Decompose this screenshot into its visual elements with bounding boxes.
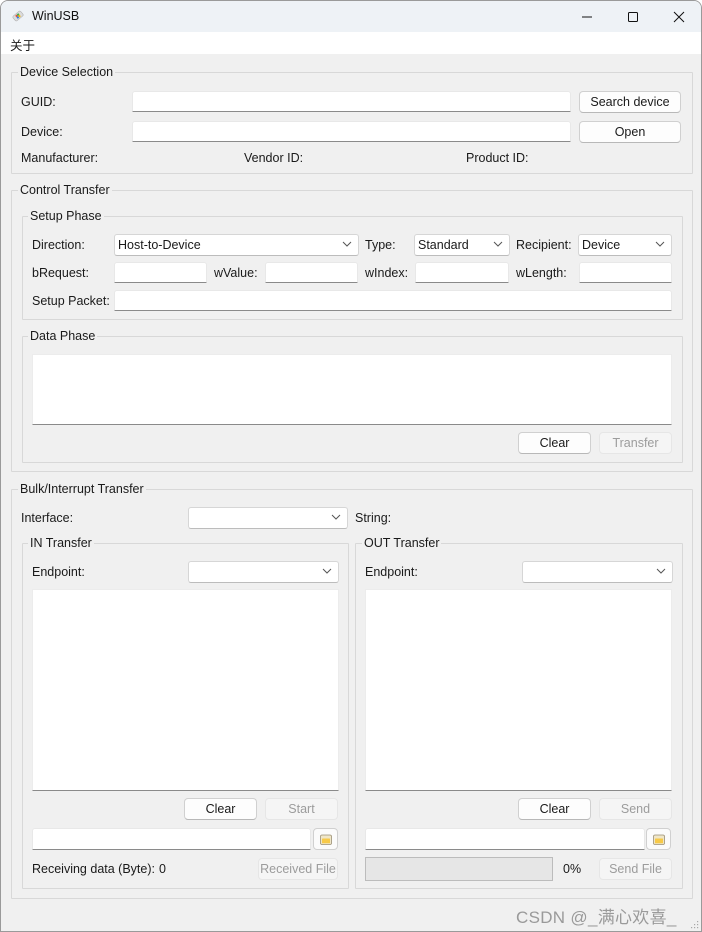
close-button[interactable] <box>656 1 701 32</box>
wvalue-input[interactable] <box>265 262 358 283</box>
recipient-select[interactable]: Device <box>578 234 672 256</box>
window-title: WinUSB <box>32 9 80 23</box>
data-phase-title: Data Phase <box>28 329 98 343</box>
send-file-button[interactable]: Send File <box>599 858 672 880</box>
folder-icon <box>319 834 332 845</box>
device-selection-title: Device Selection <box>18 65 116 79</box>
app-window: WinUSB 关于 Device Selection GUID: Search … <box>0 0 702 932</box>
menu-item-about[interactable]: 关于 <box>10 35 35 54</box>
transfer-label: Transfer <box>612 436 659 450</box>
windex-input[interactable] <box>415 262 509 283</box>
vendor-id-label: Vendor ID: <box>244 151 304 165</box>
out-file-path-input[interactable] <box>365 828 645 850</box>
maximize-icon <box>628 11 638 22</box>
received-file-button[interactable]: Received File <box>258 858 338 880</box>
data-phase-textarea[interactable] <box>32 354 672 425</box>
usb-app-icon <box>12 10 24 22</box>
open-label: Open <box>614 125 646 139</box>
setup-phase-title: Setup Phase <box>28 209 104 223</box>
guid-input[interactable] <box>132 91 571 112</box>
manufacturer-label: Manufacturer: <box>21 151 99 165</box>
title-bar: WinUSB <box>1 1 701 32</box>
out-transfer-title: OUT Transfer <box>362 536 442 550</box>
out-endpoint-select[interactable] <box>522 561 673 583</box>
in-endpoint-select[interactable] <box>188 561 339 583</box>
type-label: Type: <box>365 238 396 252</box>
interface-select[interactable] <box>188 507 348 529</box>
direction-value: Host-to-Device <box>118 238 201 252</box>
device-label: Device: <box>21 125 63 139</box>
direction-label: Direction: <box>32 238 85 252</box>
start-label: Start <box>288 802 315 816</box>
received-file-label: Received File <box>260 862 336 876</box>
send-progress-text: 0% <box>563 862 582 876</box>
data-phase-clear-button[interactable]: Clear <box>518 432 591 454</box>
in-clear-button[interactable]: Clear <box>184 798 257 820</box>
setup-packet-input[interactable] <box>114 290 672 311</box>
chevron-down-icon <box>656 568 666 574</box>
clear-label: Clear <box>539 802 570 816</box>
receiving-data-value: 0 <box>159 862 166 876</box>
menu-bar: 关于 <box>1 32 701 54</box>
clear-label: Clear <box>539 436 570 450</box>
start-button[interactable]: Start <box>265 798 338 820</box>
recipient-value: Device <box>582 238 621 252</box>
chevron-down-icon <box>655 241 665 247</box>
out-endpoint-label: Endpoint: <box>365 565 418 579</box>
in-endpoint-label: Endpoint: <box>32 565 85 579</box>
in-file-path-input[interactable] <box>32 828 311 850</box>
send-button[interactable]: Send <box>599 798 672 820</box>
resize-grip-icon[interactable] <box>689 919 699 929</box>
chevron-down-icon <box>322 568 332 574</box>
minimize-icon <box>582 16 592 17</box>
wlength-label: wLength: <box>516 266 567 280</box>
open-button[interactable]: Open <box>579 121 681 143</box>
recipient-label: Recipient: <box>516 238 572 252</box>
wlength-input[interactable] <box>579 262 672 283</box>
brequest-label: bRequest: <box>32 266 89 280</box>
watermark: CSDN @_满心欢喜_ <box>516 908 677 927</box>
windex-label: wIndex: <box>365 266 409 280</box>
minimize-button[interactable] <box>564 1 610 32</box>
chevron-down-icon <box>331 514 341 520</box>
brequest-input[interactable] <box>114 262 207 283</box>
chevron-down-icon <box>342 241 352 247</box>
search-device-label: Search device <box>590 95 670 109</box>
in-browse-button[interactable] <box>313 828 338 850</box>
bulk-transfer-title: Bulk/Interrupt Transfer <box>18 482 146 496</box>
send-file-label: Send File <box>609 862 662 876</box>
folder-icon <box>652 834 665 845</box>
control-transfer-title: Control Transfer <box>18 183 112 197</box>
send-label: Send <box>620 802 651 816</box>
maximize-button[interactable] <box>610 1 656 32</box>
in-transfer-title: IN Transfer <box>28 536 94 550</box>
product-id-label: Product ID: <box>466 151 529 165</box>
wvalue-label: wValue: <box>214 266 258 280</box>
search-device-button[interactable]: Search device <box>579 91 681 113</box>
direction-select[interactable]: Host-to-Device <box>114 234 359 256</box>
send-progress-bar <box>365 857 553 881</box>
interface-label: Interface: <box>21 511 74 525</box>
out-data-textarea[interactable] <box>365 589 672 791</box>
receiving-data-label: Receiving data (Byte): <box>32 862 155 876</box>
out-clear-button[interactable]: Clear <box>518 798 591 820</box>
out-browse-button[interactable] <box>646 828 671 850</box>
guid-label: GUID: <box>21 95 56 109</box>
in-data-textarea[interactable] <box>32 589 339 791</box>
type-select[interactable]: Standard <box>414 234 510 256</box>
string-label: String: <box>355 511 392 525</box>
setup-packet-label: Setup Packet: <box>32 294 110 308</box>
chevron-down-icon <box>493 241 503 247</box>
clear-label: Clear <box>205 802 236 816</box>
close-icon <box>673 11 685 22</box>
transfer-button[interactable]: Transfer <box>599 432 672 454</box>
type-value: Standard <box>418 238 469 252</box>
device-input[interactable] <box>132 121 571 142</box>
